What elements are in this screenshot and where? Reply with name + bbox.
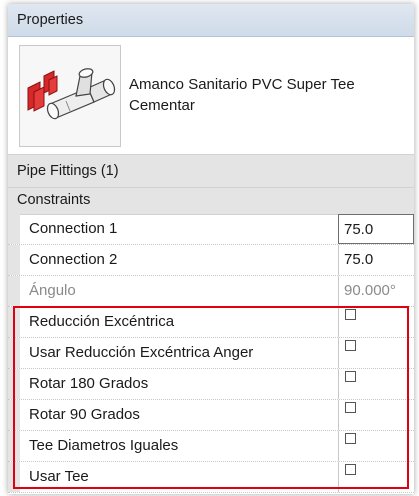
param-value-cell (338, 369, 414, 399)
param-value-cell (338, 431, 414, 461)
param-label: Usar Reducción Excéntrica Anger (8, 338, 338, 368)
param-row-connection-1[interactable]: Connection 1 75.0 (8, 214, 414, 245)
param-label: Rotar 90 Grados (8, 400, 338, 430)
param-row-usar-tee[interactable]: Usar Tee (8, 462, 414, 493)
type-selector[interactable]: Amanco Sanitario PVC Super Tee Cementar (8, 37, 414, 152)
category-label: Pipe Fittings (1) (17, 163, 119, 179)
properties-palette: Properties Amanco Sanitario PVC Super Te… (8, 4, 414, 494)
type-thumbnail (19, 45, 121, 147)
param-label: Usar Tee (8, 462, 338, 492)
connection-2-value-field[interactable]: 75.0 (338, 245, 414, 275)
rotar-180-grados-checkbox[interactable] (345, 371, 356, 382)
param-row-angulo: Ángulo 90.000° (8, 276, 414, 307)
category-filter-dropdown[interactable]: Pipe Fittings (1) (8, 154, 414, 188)
param-label: Reducción Excéntrica (8, 307, 338, 337)
param-value-cell (338, 338, 414, 368)
param-label: Connection 2 (8, 245, 338, 275)
param-label: Ángulo (8, 276, 338, 306)
param-label: Tee Diametros Iguales (8, 431, 338, 461)
constraints-label: Constraints (17, 192, 91, 208)
param-value-cell (338, 462, 414, 492)
reduccion-excentrica-checkbox[interactable] (345, 309, 356, 320)
param-row-rotar-90-grados[interactable]: Rotar 90 Grados (8, 400, 414, 431)
param-row-tee-diametros-iguales[interactable]: Tee Diametros Iguales (8, 431, 414, 462)
param-value-cell (338, 400, 414, 430)
param-row-connection-2[interactable]: Connection 2 75.0 (8, 245, 414, 276)
param-row-usar-reduccion-excentrica-anger[interactable]: Usar Reducción Excéntrica Anger (8, 338, 414, 369)
constraints-group-header[interactable]: Constraints (8, 187, 414, 215)
param-row-rotar-180-grados[interactable]: Rotar 180 Grados (8, 369, 414, 400)
usar-tee-checkbox[interactable] (345, 464, 356, 475)
connection-1-value-field[interactable]: 75.0 (338, 214, 414, 244)
param-value-cell (338, 307, 414, 337)
param-label: Connection 1 (8, 214, 338, 244)
usar-reduccion-excentrica-anger-checkbox[interactable] (345, 340, 356, 351)
palette-title-bar[interactable]: Properties (8, 4, 414, 37)
angulo-value: 90.000° (338, 276, 414, 306)
rotar-90-grados-checkbox[interactable] (345, 402, 356, 413)
param-row-reduccion-excentrica[interactable]: Reducción Excéntrica (8, 307, 414, 338)
tee-diametros-iguales-checkbox[interactable] (345, 433, 356, 444)
type-name: Amanco Sanitario PVC Super Tee Cementar (129, 76, 355, 114)
pipe-tee-fitting-icon (27, 68, 116, 120)
param-label: Rotar 180 Grados (8, 369, 338, 399)
palette-title: Properties (17, 12, 84, 28)
